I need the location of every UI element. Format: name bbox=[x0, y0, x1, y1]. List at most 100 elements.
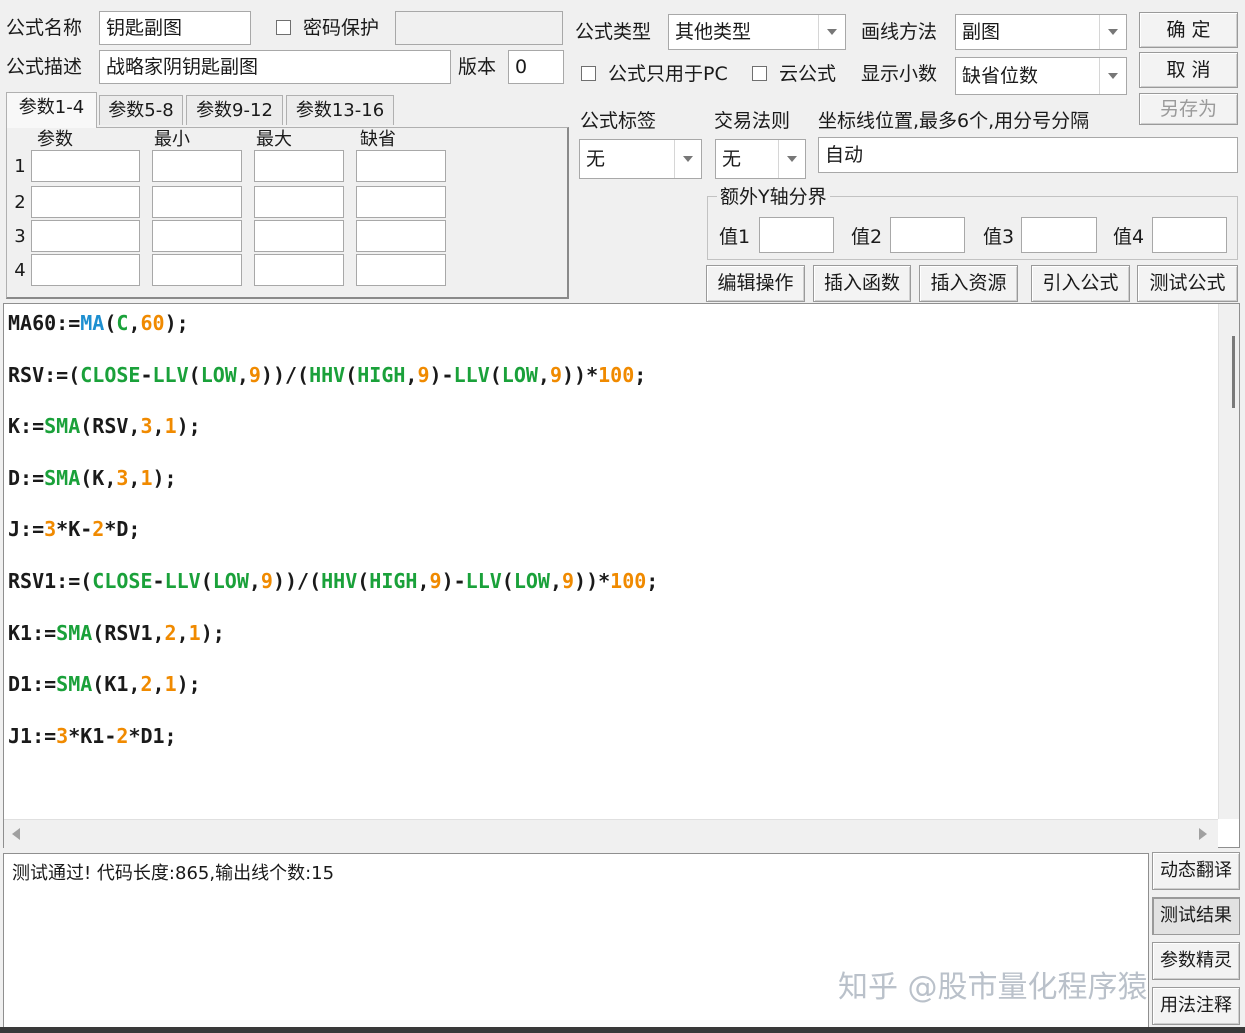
code-token: D:= bbox=[8, 465, 45, 490]
code-token: ); bbox=[176, 672, 201, 697]
axis-line-input[interactable]: 自动 bbox=[818, 137, 1238, 173]
tab-params-13-16[interactable]: 参数13-16 bbox=[286, 95, 394, 125]
param-default-input[interactable] bbox=[356, 186, 446, 218]
code-token: *K1- bbox=[68, 723, 117, 748]
trade-rule-select[interactable]: 无 bbox=[715, 139, 806, 179]
password-checkbox[interactable] bbox=[276, 20, 291, 35]
decimal-select[interactable]: 缺省位数 bbox=[955, 57, 1127, 95]
formula-tag-select[interactable]: 无 bbox=[579, 139, 702, 179]
code-line[interactable]: K1:=SMA(RSV1,2,1); bbox=[8, 620, 658, 672]
code-line[interactable]: RSV:=(CLOSE-LLV(LOW,9))/(HHV(HIGH,9)-LLV… bbox=[8, 362, 658, 414]
param-min-input[interactable] bbox=[152, 254, 242, 286]
code-line[interactable]: RSV1:=(CLOSE-LLV(LOW,9))/(HHV(HIGH,9)-LL… bbox=[8, 568, 658, 620]
param-default-input[interactable] bbox=[356, 150, 446, 182]
param-name-input[interactable] bbox=[31, 220, 140, 252]
param-default-input[interactable] bbox=[356, 254, 446, 286]
draw-method-select[interactable]: 副图 bbox=[955, 14, 1127, 50]
chevron-down-icon[interactable] bbox=[778, 140, 805, 178]
code-token: ( bbox=[345, 362, 358, 387]
y-value-2-input[interactable] bbox=[890, 217, 965, 253]
ok-button[interactable]: 确 定 bbox=[1139, 12, 1238, 48]
code-token: LOW bbox=[212, 568, 249, 593]
scroll-right-icon[interactable] bbox=[1199, 828, 1207, 840]
decimal-label: 显示小数 bbox=[861, 63, 938, 85]
code-token: , bbox=[128, 311, 141, 335]
save-as-button[interactable]: 另存为 bbox=[1139, 93, 1238, 125]
formula-type-label: 公式类型 bbox=[575, 21, 652, 43]
insert-function-button[interactable]: 插入函数 bbox=[813, 265, 911, 302]
y-value-4-input[interactable] bbox=[1152, 217, 1227, 253]
chevron-down-icon[interactable] bbox=[1099, 15, 1126, 49]
param-max-input[interactable] bbox=[254, 254, 344, 286]
param-max-input[interactable] bbox=[254, 220, 344, 252]
import-formula-button[interactable]: 引入公式 bbox=[1031, 265, 1130, 302]
tab-params-1-4[interactable]: 参数1-4 bbox=[6, 92, 97, 128]
cloud-checkbox[interactable] bbox=[752, 66, 767, 81]
param-name-input[interactable] bbox=[31, 150, 140, 182]
code-token: ( bbox=[104, 311, 117, 335]
param-default-input[interactable] bbox=[356, 220, 446, 252]
dynamic-translate-button[interactable]: 动态翻译 bbox=[1152, 852, 1240, 890]
code-token: - bbox=[140, 362, 153, 387]
code-token: 2 bbox=[140, 672, 153, 697]
code-token: RSV1:=( bbox=[8, 568, 93, 593]
code-token: ); bbox=[200, 620, 225, 645]
param-name-input[interactable] bbox=[31, 186, 140, 218]
code-token: HHV bbox=[321, 568, 358, 593]
pc-only-checkbox[interactable] bbox=[581, 66, 596, 81]
code-token: ( bbox=[188, 362, 201, 387]
code-line[interactable]: D1:=SMA(K1,2,1); bbox=[8, 671, 658, 723]
code-token: LOW bbox=[501, 362, 538, 387]
usage-notes-button[interactable]: 用法注释 bbox=[1152, 987, 1240, 1025]
code-token: K1:= bbox=[8, 620, 57, 645]
code-token: 2 bbox=[116, 723, 129, 748]
code-token: (K1, bbox=[92, 672, 141, 697]
chevron-down-icon[interactable] bbox=[818, 15, 845, 49]
edit-operation-button[interactable]: 编辑操作 bbox=[706, 265, 805, 302]
formula-desc-input[interactable]: 战略家阴钥匙副图 bbox=[99, 50, 451, 84]
param-row-num: 3 bbox=[14, 226, 26, 247]
param-max-input[interactable] bbox=[254, 186, 344, 218]
horizontal-scrollbar[interactable] bbox=[4, 819, 1218, 848]
code-line[interactable]: MA60:=MA(C,60); bbox=[8, 310, 658, 362]
cancel-button[interactable]: 取 消 bbox=[1139, 52, 1238, 88]
y-value-1-label: 值1 bbox=[719, 226, 751, 248]
y-value-1-input[interactable] bbox=[759, 217, 834, 253]
version-input[interactable]: 0 bbox=[508, 50, 564, 84]
scroll-left-icon[interactable] bbox=[12, 828, 20, 840]
scrollbar-thumb[interactable] bbox=[1232, 336, 1235, 408]
test-result-button[interactable]: 测试结果 bbox=[1152, 897, 1240, 935]
code-line[interactable]: J1:=3*K1-2*D1; bbox=[8, 723, 658, 775]
trade-rule-label: 交易法则 bbox=[714, 110, 791, 132]
formula-type-select[interactable]: 其他类型 bbox=[668, 14, 846, 50]
param-name-input[interactable] bbox=[31, 254, 140, 286]
insert-resource-button[interactable]: 插入资源 bbox=[919, 265, 1018, 302]
code-token: LOW bbox=[200, 362, 237, 387]
param-min-input[interactable] bbox=[152, 220, 242, 252]
param-min-input[interactable] bbox=[152, 150, 242, 182]
param-max-input[interactable] bbox=[254, 150, 344, 182]
code-token: ))* bbox=[574, 568, 611, 593]
code-token: HHV bbox=[309, 362, 346, 387]
code-line[interactable]: K:=SMA(RSV,3,1); bbox=[8, 413, 658, 465]
code-token: MA bbox=[80, 311, 105, 335]
test-formula-button[interactable]: 测试公式 bbox=[1137, 265, 1238, 302]
y-value-3-label: 值3 bbox=[983, 226, 1015, 248]
tab-params-5-8[interactable]: 参数5-8 bbox=[99, 95, 183, 125]
param-min-input[interactable] bbox=[152, 186, 242, 218]
code-editor[interactable]: MA60:=MA(C,60); RSV:=(CLOSE-LLV(LOW,9))/(… bbox=[3, 303, 1240, 848]
y-value-3-input[interactable] bbox=[1021, 217, 1097, 253]
chevron-down-icon[interactable] bbox=[1099, 58, 1126, 94]
param-row-num: 1 bbox=[14, 156, 26, 177]
param-wizard-button[interactable]: 参数精灵 bbox=[1152, 942, 1240, 980]
draw-method-value: 副图 bbox=[962, 21, 1001, 43]
formula-name-input[interactable]: 钥匙副图 bbox=[99, 11, 251, 45]
y-value-2-label: 值2 bbox=[851, 226, 883, 248]
vertical-scrollbar[interactable] bbox=[1218, 304, 1239, 819]
code-line[interactable]: J:=3*K-2*D; bbox=[8, 516, 658, 568]
code-line[interactable]: D:=SMA(K,3,1); bbox=[8, 465, 658, 517]
code-token: (K, bbox=[80, 465, 117, 490]
param-row-num: 4 bbox=[14, 260, 26, 281]
tab-params-9-12[interactable]: 参数9-12 bbox=[186, 95, 283, 125]
chevron-down-icon[interactable] bbox=[674, 140, 701, 178]
